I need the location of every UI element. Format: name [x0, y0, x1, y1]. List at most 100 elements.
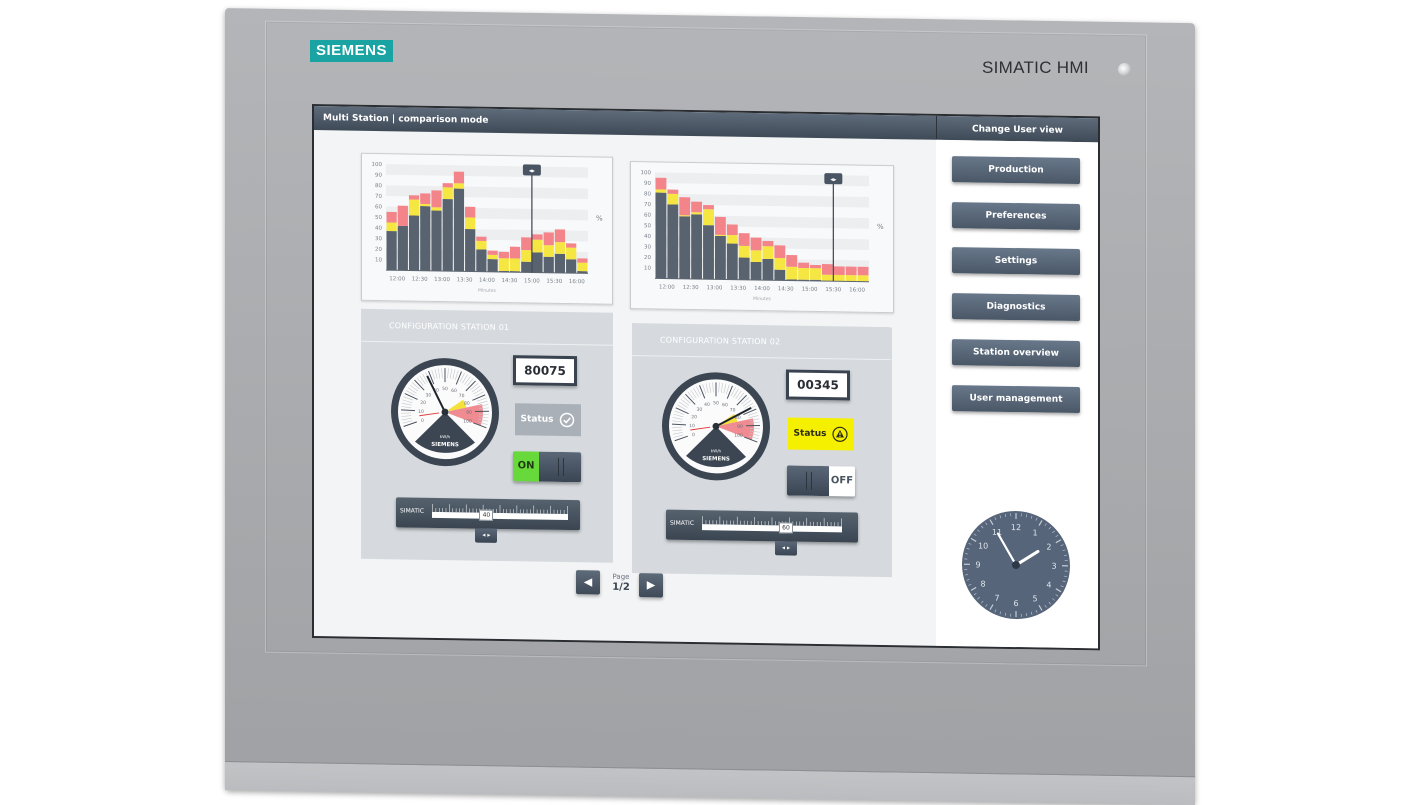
toggle-knob[interactable]	[787, 465, 829, 496]
gauge-tick-label: 30	[425, 393, 431, 399]
bar-red	[667, 190, 678, 194]
y-tick-label: 60	[375, 204, 382, 210]
bar-red	[532, 234, 542, 239]
bar-red	[420, 193, 430, 204]
bar-base	[739, 257, 750, 279]
gauge-unit: kW/h	[711, 448, 722, 453]
bar-yellow	[691, 212, 702, 214]
x-tick-label: 16:00	[569, 279, 585, 285]
sidebar-button-production[interactable]: Production	[952, 156, 1080, 184]
drag-handle-icon: ◂▸	[830, 176, 836, 183]
x-tick-label: 13:00	[434, 277, 450, 283]
bar-yellow	[727, 235, 738, 244]
slider-track[interactable]	[702, 524, 842, 532]
bar-yellow	[566, 248, 576, 260]
bar-yellow	[420, 204, 430, 206]
clock-numeral: 4	[1046, 581, 1051, 590]
power-toggle[interactable]: ON	[513, 451, 581, 482]
slider-handle[interactable]: ◂ ▸	[475, 529, 497, 543]
x-tick-label: 14:30	[778, 286, 794, 292]
gauge-tick-label: 10	[418, 409, 424, 415]
power-gauge: 0102030405060708090100kW/hSIEMENS	[389, 355, 501, 469]
gauge-tick-label: 80	[464, 401, 470, 407]
grid-band	[386, 164, 588, 178]
x-tick-label: 16:00	[849, 287, 865, 293]
bar-yellow	[715, 235, 726, 236]
bar-yellow	[774, 258, 785, 270]
bar-red	[398, 206, 408, 226]
bar-red	[715, 217, 726, 235]
bar-yellow	[488, 255, 498, 259]
bar-yellow	[454, 183, 464, 188]
sidebar-button-diagnostics[interactable]: Diagnostics	[952, 293, 1080, 321]
station-panel-01: CONFIGURATION STATION 01 010203040506070…	[361, 309, 613, 563]
y-tick-label: 70	[375, 194, 382, 200]
sidebar-button-preferences[interactable]: Preferences	[952, 202, 1080, 230]
drag-handle-icon: ◂▸	[529, 167, 535, 174]
y-tick-label: 80	[375, 183, 382, 189]
bar-base	[727, 243, 738, 279]
sidebar-button-settings[interactable]: Settings	[952, 247, 1080, 275]
sidebar-button-station-overview[interactable]: Station overview	[952, 339, 1080, 367]
previous-page-button[interactable]: ◀	[576, 570, 600, 594]
gauge-tick-label: 90	[737, 424, 743, 430]
power-gauge: 0102030405060708090100kW/hSIEMENS	[660, 369, 772, 483]
slider-handle[interactable]: ◂ ▸	[775, 541, 797, 555]
bar-yellow	[431, 207, 441, 210]
bar-red	[656, 178, 667, 190]
y-tick-label: 20	[644, 255, 651, 261]
bar-red	[476, 237, 486, 241]
setpoint-slider[interactable]: SIMATIC 40 ◂ ▸	[396, 497, 580, 530]
bar-yellow	[577, 263, 587, 272]
bar-red	[465, 207, 475, 218]
bar-red	[510, 247, 520, 259]
bar-base	[398, 226, 408, 271]
clock-numeral: 12	[1011, 523, 1021, 532]
bar-base	[409, 215, 419, 270]
divider	[632, 355, 892, 360]
y-tick-label: 10	[375, 257, 382, 263]
y-tick-label: 80	[644, 191, 651, 197]
bar-base	[703, 225, 714, 279]
bar-red	[488, 251, 498, 255]
station-panel-02: CONFIGURATION STATION 02 010203040506070…	[632, 323, 892, 577]
y-axis-label: %	[877, 223, 884, 231]
gauge-tick	[672, 427, 682, 428]
sidebar-button-user-management[interactable]: User management	[952, 385, 1080, 413]
slider-value: 40	[479, 510, 493, 521]
y-axis-label: %	[596, 214, 603, 222]
bar-red	[521, 237, 531, 250]
bar-base	[544, 257, 554, 273]
bar-yellow	[656, 189, 667, 192]
bar-base	[420, 206, 430, 271]
toggle-knob[interactable]	[539, 452, 581, 483]
y-tick-label: 30	[644, 244, 651, 250]
bar-red	[858, 267, 869, 276]
clock-numeral: 3	[1051, 562, 1056, 571]
y-tick-label: 70	[644, 202, 651, 208]
setpoint-slider[interactable]: SIMATIC 60 ◂ ▸	[666, 510, 858, 543]
gauge-tick-label: 100	[463, 419, 472, 425]
bar-base	[774, 270, 785, 281]
bar-yellow	[858, 275, 869, 282]
power-toggle[interactable]: OFF	[787, 465, 855, 496]
slider-label: SIMATIC	[670, 520, 694, 527]
slider-track[interactable]	[432, 512, 568, 520]
page-indicator: Page 1/2	[606, 573, 636, 593]
clock-numeral: 1	[1032, 528, 1037, 537]
bar-base	[566, 259, 576, 273]
bar-yellow	[544, 245, 554, 257]
y-tick-label: 50	[375, 215, 382, 221]
bar-base	[443, 199, 453, 271]
bar-red	[834, 266, 845, 275]
next-page-button[interactable]: ▶	[639, 573, 663, 597]
bar-base	[555, 254, 565, 273]
bar-yellow	[739, 246, 750, 258]
siemens-logo: SIEMENS	[310, 40, 393, 62]
bar-red	[691, 202, 702, 213]
status-indicator[interactable]: Status	[788, 417, 854, 450]
counter-display: 00345	[786, 369, 850, 400]
status-indicator[interactable]: Status	[515, 403, 581, 436]
gauge-unit: kW/h	[440, 434, 451, 439]
sidebar: Production Preferences Settings Diagnost…	[936, 140, 1098, 649]
